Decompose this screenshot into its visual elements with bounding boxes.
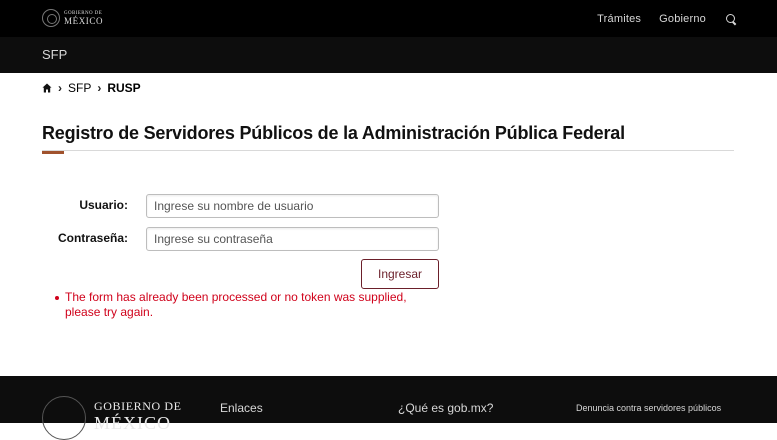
- seal-icon: [42, 396, 86, 440]
- footer-que-es-gobmx: ¿Qué es gob.mx?: [398, 401, 494, 415]
- page-title: Registro de Servidores Públicos de la Ad…: [42, 123, 625, 143]
- footer-denuncia-link[interactable]: Denuncia contra servidores públicos: [576, 403, 721, 413]
- username-label: Usuario:: [79, 198, 128, 212]
- password-input[interactable]: [146, 227, 439, 251]
- title-accent-bar: [42, 151, 64, 154]
- breadcrumb: › SFP › RUSP: [42, 81, 141, 95]
- password-label: Contraseña:: [57, 231, 128, 245]
- top-nav: Trámites Gobierno: [597, 13, 737, 25]
- logo-line2: MÉXICO: [64, 15, 104, 26]
- footer-enlaces: Enlaces: [220, 401, 263, 415]
- error-text: The form has already been processed or n…: [65, 290, 407, 319]
- home-icon[interactable]: [42, 83, 52, 93]
- search-icon[interactable]: [726, 13, 737, 25]
- title-divider: [42, 150, 734, 151]
- top-header: GOBIERNO DE MÉXICO Trámites Gobierno: [0, 0, 777, 37]
- bullet-icon: [55, 296, 59, 300]
- chevron-right-icon: ›: [97, 81, 102, 95]
- username-input[interactable]: [146, 194, 439, 218]
- footer-logo-line2: MÉXICO: [94, 413, 171, 433]
- nav-gobierno-link[interactable]: Gobierno: [659, 13, 706, 25]
- footer-logo-line1: GOBIERNO DE: [94, 399, 182, 413]
- breadcrumb-item-rusp: RUSP: [107, 81, 141, 95]
- logo-line1: GOBIERNO DE: [64, 10, 103, 16]
- nav-tramites-link[interactable]: Trámites: [597, 13, 641, 25]
- gobierno-logo[interactable]: GOBIERNO DE MÉXICO: [42, 9, 103, 27]
- breadcrumb-item-sfp[interactable]: SFP: [68, 81, 91, 95]
- sub-header: SFP: [0, 37, 777, 73]
- login-button[interactable]: Ingresar: [361, 259, 439, 289]
- seal-icon: [42, 9, 60, 27]
- footer-logo[interactable]: GOBIERNO DE MÉXICO: [42, 396, 182, 440]
- site-name[interactable]: SFP: [42, 47, 67, 62]
- chevron-right-icon: ›: [58, 81, 62, 95]
- error-message: The form has already been processed or n…: [55, 290, 435, 320]
- footer: GOBIERNO DE MÉXICO Enlaces ¿Qué es gob.m…: [0, 376, 777, 440]
